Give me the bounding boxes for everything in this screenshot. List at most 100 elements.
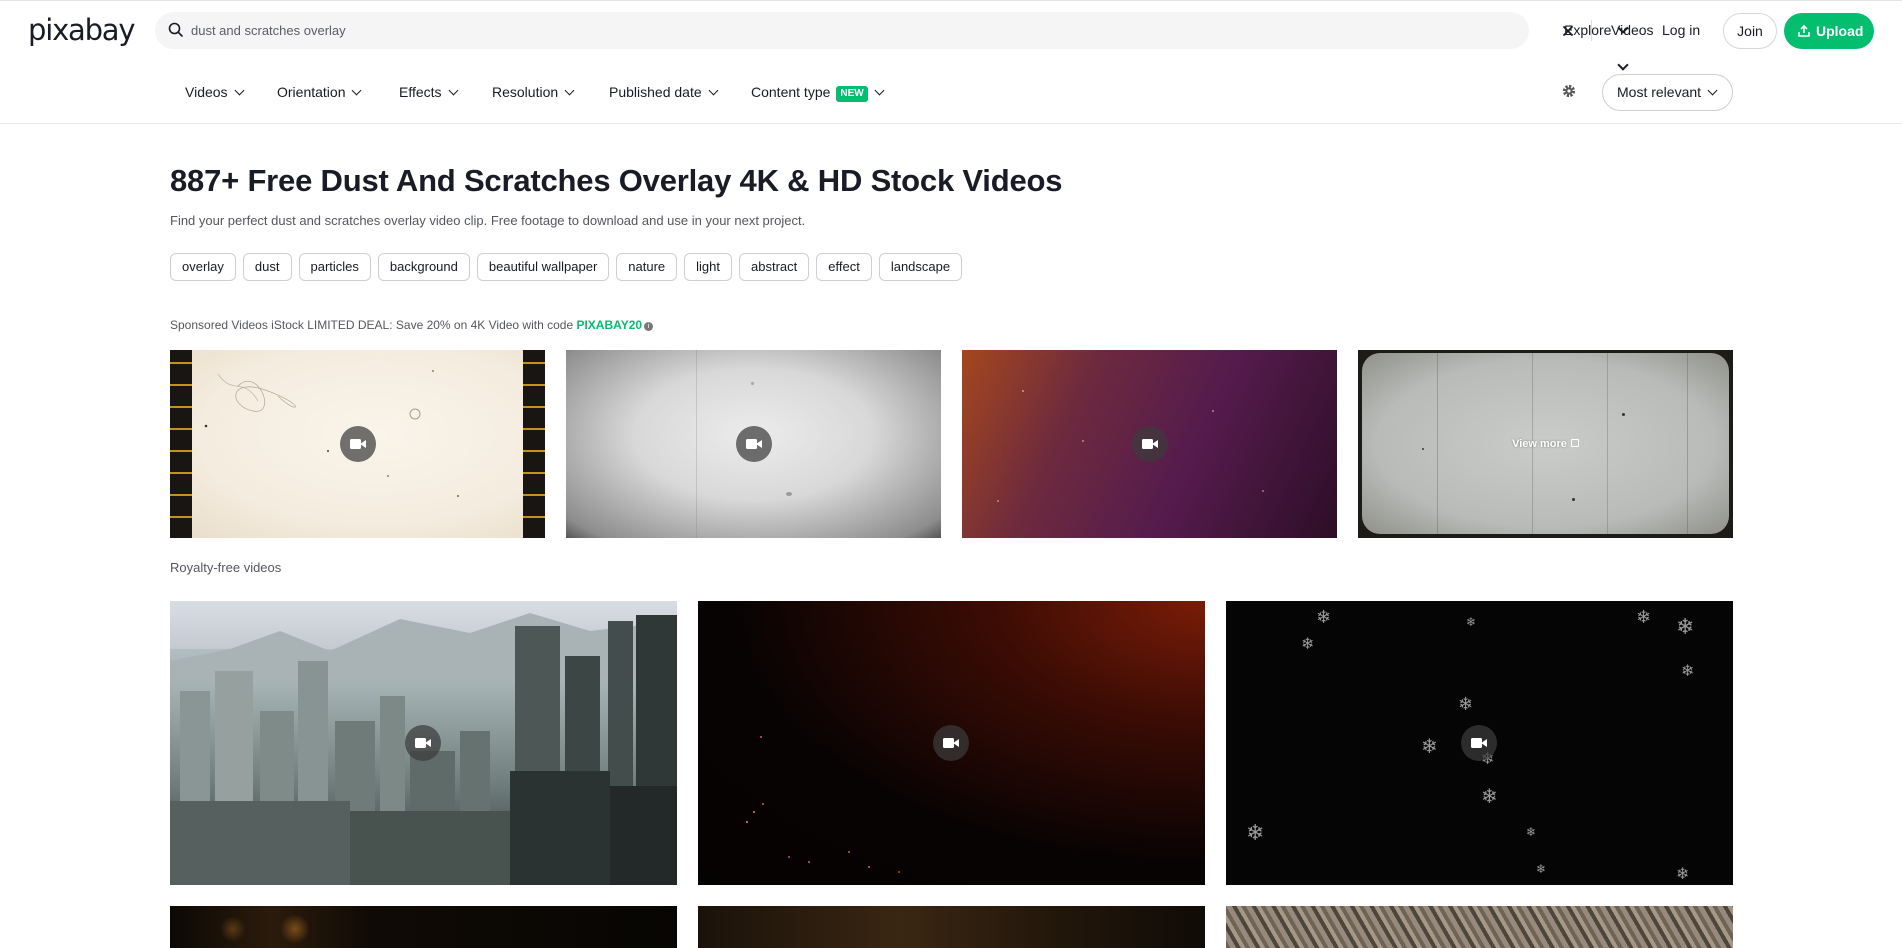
snowflake: ❄ — [1481, 786, 1498, 806]
ember — [753, 811, 755, 813]
bokeh — [220, 916, 246, 942]
chevron-down-icon — [565, 86, 575, 96]
snowflake: ❄ — [1636, 609, 1651, 627]
related-tags: overlay dust particles background beauti… — [170, 253, 962, 281]
video-camera-icon — [1461, 725, 1497, 761]
view-more-link[interactable]: View more — [1358, 350, 1733, 538]
ember — [848, 851, 850, 853]
snowflake: ❄ — [1536, 863, 1546, 875]
video-thumbnail[interactable] — [170, 906, 677, 948]
filter-resolution[interactable]: Resolution — [492, 62, 573, 122]
snowflake: ❄ — [1526, 826, 1536, 838]
video-thumbnail[interactable] — [698, 601, 1205, 885]
ember — [788, 856, 790, 858]
ember — [762, 803, 764, 805]
info-icon[interactable]: i — [644, 322, 653, 331]
ember — [808, 861, 810, 863]
snowflake: ❄ — [1316, 609, 1331, 627]
search-input[interactable]: dust and scratches overlay — [191, 12, 346, 49]
video-camera-icon — [736, 426, 772, 462]
snowflake: ❄ — [1246, 823, 1264, 845]
pixabay-logo[interactable]: pixabay — [28, 12, 134, 48]
filter-bar: Videos Orientation Effects Resolution Pu… — [0, 62, 1902, 124]
filter-resolution-label: Resolution — [492, 84, 558, 100]
sponsored-banner: Sponsored Videos iStock LIMITED DEAL: Sa… — [170, 318, 653, 332]
ember — [898, 871, 900, 873]
view-more-label: View more — [1512, 438, 1567, 450]
chevron-down-icon — [234, 86, 244, 96]
upload-icon — [1797, 24, 1811, 38]
filter-effects-label: Effects — [399, 84, 442, 100]
video-camera-icon — [1132, 426, 1168, 462]
dust-spot — [1082, 440, 1084, 442]
video-thumbnail[interactable] — [1226, 906, 1733, 948]
view-more-thumbnail[interactable]: View more — [1358, 350, 1733, 538]
filter-content-type-label: Content type — [751, 84, 830, 100]
sort-dropdown[interactable]: Most relevant — [1602, 74, 1733, 111]
tag-chip[interactable]: effect — [816, 253, 872, 281]
filter-published-date[interactable]: Published date — [609, 62, 717, 122]
film-strip — [170, 350, 192, 538]
dust-spot — [751, 382, 754, 385]
ember — [868, 866, 870, 868]
new-badge: NEW — [836, 86, 867, 102]
page-title: 887+ Free Dust And Scratches Overlay 4K … — [170, 163, 1062, 199]
section-label: Royalty-free videos — [170, 560, 281, 575]
chevron-down-icon — [874, 86, 884, 96]
ember — [746, 821, 748, 823]
video-camera-icon — [405, 725, 441, 761]
dust-spot — [1262, 490, 1264, 492]
dust-spot — [1212, 410, 1214, 412]
filter-videos[interactable]: Videos — [185, 62, 243, 122]
video-camera-icon — [933, 725, 969, 761]
sponsored-video-thumbnail[interactable] — [962, 350, 1337, 538]
page-subtitle: Find your perfect dust and scratches ove… — [170, 213, 805, 228]
chevron-down-icon — [708, 86, 718, 96]
video-thumbnail[interactable] — [170, 601, 677, 885]
tag-chip[interactable]: abstract — [739, 253, 809, 281]
tag-chip[interactable]: light — [684, 253, 732, 281]
scratch-line — [696, 350, 697, 538]
bokeh — [280, 914, 310, 944]
filter-content-type[interactable]: Content type NEW — [751, 62, 883, 122]
video-thumbnail[interactable] — [698, 906, 1205, 948]
dust-spot — [997, 500, 999, 502]
tag-chip[interactable]: background — [378, 253, 470, 281]
sponsored-video-thumbnail[interactable] — [566, 350, 941, 538]
filter-orientation-label: Orientation — [277, 84, 345, 100]
gear-icon[interactable] — [1561, 83, 1577, 99]
tag-chip[interactable]: dust — [243, 253, 292, 281]
search-icon — [167, 21, 185, 39]
explore-menu[interactable]: Explore — [1564, 12, 1627, 49]
tag-chip[interactable]: landscape — [879, 253, 962, 281]
login-link[interactable]: Log in — [1662, 12, 1700, 49]
external-link-icon — [1571, 439, 1579, 447]
filter-effects[interactable]: Effects — [399, 62, 457, 122]
video-thumbnail[interactable]: ❄ ❄ ❄ ❄ ❄ ❄ ❄ ❄ ❄ ❄ ❄ ❄ ❄ ❄ — [1226, 601, 1733, 885]
snowflake: ❄ — [1458, 696, 1473, 714]
ember — [760, 736, 762, 738]
chevron-down-icon — [352, 86, 362, 96]
search-bar[interactable]: dust and scratches overlay Videos — [155, 12, 1529, 49]
snowflake: ❄ — [1676, 617, 1694, 639]
tag-chip[interactable]: beautiful wallpaper — [477, 253, 609, 281]
join-button[interactable]: Join — [1723, 13, 1777, 49]
promo-code[interactable]: PIXABAY20 — [576, 318, 642, 332]
explore-label: Explore — [1564, 22, 1611, 38]
tag-chip[interactable]: nature — [616, 253, 677, 281]
video-camera-icon — [340, 426, 376, 462]
filter-published-date-label: Published date — [609, 84, 702, 100]
tag-chip[interactable]: overlay — [170, 253, 236, 281]
snowflake: ❄ — [1681, 663, 1694, 679]
tag-chip[interactable]: particles — [299, 253, 371, 281]
upload-button[interactable]: Upload — [1784, 13, 1874, 49]
snowflake: ❄ — [1301, 636, 1314, 652]
sort-label: Most relevant — [1617, 84, 1701, 100]
snowflake: ❄ — [1676, 866, 1689, 882]
snowflake: ❄ — [1466, 616, 1476, 628]
filter-orientation[interactable]: Orientation — [277, 62, 360, 122]
filter-videos-label: Videos — [185, 84, 228, 100]
sponsored-video-thumbnail[interactable] — [170, 350, 545, 538]
sponsored-text: Sponsored Videos iStock LIMITED DEAL: Sa… — [170, 318, 576, 332]
chevron-down-icon — [1708, 86, 1718, 96]
